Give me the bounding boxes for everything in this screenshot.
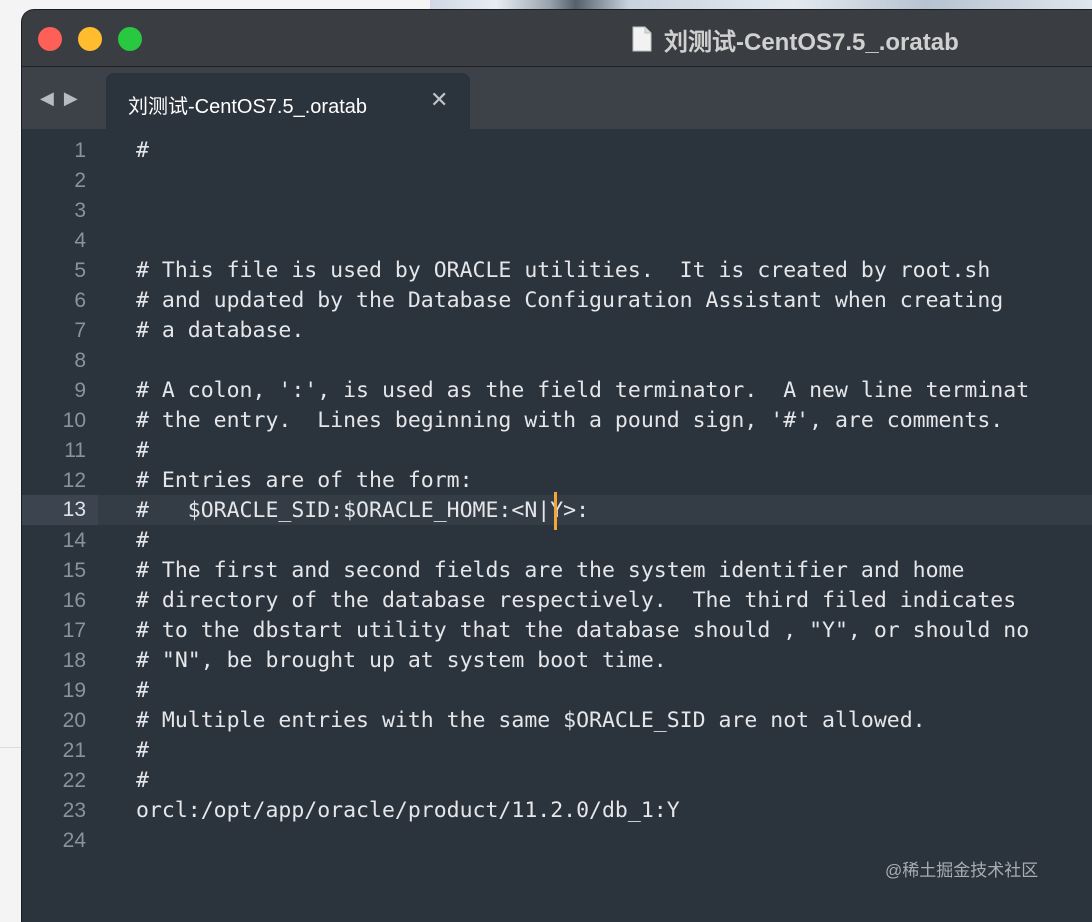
line-text: # to the dbstart utility that the databa… — [136, 618, 1030, 643]
line-number: 16 — [62, 589, 86, 612]
code-line[interactable]: 11 # — [22, 435, 1092, 465]
code-line[interactable]: 1 # — [22, 135, 1092, 165]
window-title: 刘测试-CentOS7.5_.oratab — [632, 24, 959, 56]
line-text: # — [136, 768, 149, 793]
code-line[interactable]: 13 # $ORACLE_SID:$ORACLE_HOME:<N|Y>: — [22, 492, 1092, 530]
zoom-window-button[interactable] — [118, 27, 142, 51]
line-number: 6 — [74, 289, 86, 312]
line-number: 5 — [74, 259, 86, 282]
line-number: 10 — [62, 409, 86, 432]
editor-window: 刘测试-CentOS7.5_.oratab ◀ ▶ 刘测试-CentOS7.5_… — [22, 10, 1092, 922]
line-number: 1 — [74, 139, 86, 162]
code-line[interactable]: 16 # directory of the database respective… — [22, 585, 1092, 615]
line-text: # and updated by the Database Configurat… — [136, 288, 1004, 313]
line-text: # Entries are of the form: — [136, 468, 473, 493]
tab-oratab[interactable]: 刘测试-CentOS7.5_.oratab ✕ — [106, 73, 470, 129]
line-number: 23 — [62, 799, 86, 822]
line-number: 8 — [74, 349, 86, 372]
line-number: 4 — [74, 229, 86, 252]
line-number: 2 — [74, 169, 86, 192]
background-divider — [0, 747, 22, 748]
code-line[interactable]: 3 — [22, 195, 1092, 225]
code-line[interactable]: 2 — [22, 165, 1092, 195]
line-number: 12 — [62, 469, 86, 492]
line-text: # A colon, ':', is used as the field ter… — [136, 378, 1030, 403]
code-line[interactable]: 10 # the entry. Lines beginning with a po… — [22, 405, 1092, 435]
code-line[interactable]: 23 orcl:/opt/app/oracle/product/11.2.0/db… — [22, 795, 1092, 825]
line-number: 11 — [64, 439, 86, 462]
code-line[interactable]: 18 # "N", be brought up at system boot ti… — [22, 645, 1092, 675]
line-number: 9 — [74, 379, 86, 402]
code-editor[interactable]: 1 #2 3 4 5 # This file is used by ORACLE util… — [22, 129, 1092, 922]
close-tab-icon[interactable]: ✕ — [430, 87, 448, 113]
tab-bar: ◀ ▶ 刘测试-CentOS7.5_.oratab ✕ — [22, 67, 1092, 129]
line-text: # — [136, 678, 149, 703]
line-number: 22 — [62, 769, 86, 792]
line-text: # — [136, 138, 149, 163]
line-text: # "N", be brought up at system boot time… — [136, 648, 667, 673]
line-text: # $ORACLE_SID:$ORACLE_HOME:<N|Y>: — [136, 498, 590, 523]
line-text: # directory of the database respectively… — [136, 588, 1017, 613]
code-line[interactable]: 12 # Entries are of the form: — [22, 465, 1092, 495]
line-number: 3 — [74, 199, 86, 222]
line-text: # — [136, 438, 149, 463]
line-number: 14 — [62, 529, 86, 552]
line-number: 15 — [62, 559, 86, 582]
line-text: # Multiple entries with the same $ORACLE… — [136, 708, 926, 733]
forward-arrow-icon[interactable]: ▶ — [64, 89, 78, 107]
line-number: 24 — [62, 829, 86, 852]
line-number: 18 — [62, 649, 86, 672]
code-line[interactable]: 20 # Multiple entries with the same $ORAC… — [22, 705, 1092, 735]
code-line[interactable]: 4 — [22, 225, 1092, 255]
window-title-text: 刘测试-CentOS7.5_.oratab — [664, 28, 959, 56]
tab-navigation: ◀ ▶ — [40, 89, 78, 107]
back-arrow-icon[interactable]: ◀ — [40, 89, 54, 107]
code-line[interactable]: 9 # A colon, ':', is used as the field te… — [22, 375, 1092, 405]
code-line[interactable]: 5 # This file is used by ORACLE utilities… — [22, 255, 1092, 285]
title-bar: 刘测试-CentOS7.5_.oratab — [22, 10, 1092, 67]
line-number: 20 — [62, 709, 86, 732]
line-text: # the entry. Lines beginning with a poun… — [136, 408, 1004, 433]
document-icon — [632, 26, 652, 52]
line-text: # a database. — [136, 318, 305, 343]
line-text: # This file is used by ORACLE utilities.… — [136, 258, 991, 283]
tab-label: 刘测试-CentOS7.5_.oratab — [128, 96, 367, 118]
code-line[interactable]: 22 # — [22, 765, 1092, 795]
close-window-button[interactable] — [38, 27, 62, 51]
watermark: @稀土掘金技术社区 — [885, 861, 1039, 880]
code-line[interactable]: 6 # and updated by the Database Configura… — [22, 285, 1092, 315]
line-number: 7 — [74, 319, 86, 342]
line-number: 17 — [62, 619, 86, 642]
code-line[interactable]: 15 # The first and second fields are the … — [22, 555, 1092, 585]
line-text: orcl:/opt/app/oracle/product/11.2.0/db_1… — [136, 798, 680, 823]
line-text: # — [136, 528, 149, 553]
line-number: 21 — [62, 739, 86, 762]
line-text: # — [136, 738, 149, 763]
code-line[interactable]: 7 # a database. — [22, 315, 1092, 345]
code-line[interactable]: 17 # to the dbstart utility that the data… — [22, 615, 1092, 645]
line-number: 13 — [22, 495, 98, 525]
code-line[interactable]: 8 — [22, 345, 1092, 375]
line-number: 19 — [62, 679, 86, 702]
code-line[interactable]: 19 # — [22, 675, 1092, 705]
code-line[interactable]: 21 # — [22, 735, 1092, 765]
line-text: # The first and second fields are the sy… — [136, 558, 965, 583]
code-line[interactable]: 14 # — [22, 525, 1092, 555]
code-line[interactable]: 24 — [22, 825, 1092, 855]
minimize-window-button[interactable] — [78, 27, 102, 51]
